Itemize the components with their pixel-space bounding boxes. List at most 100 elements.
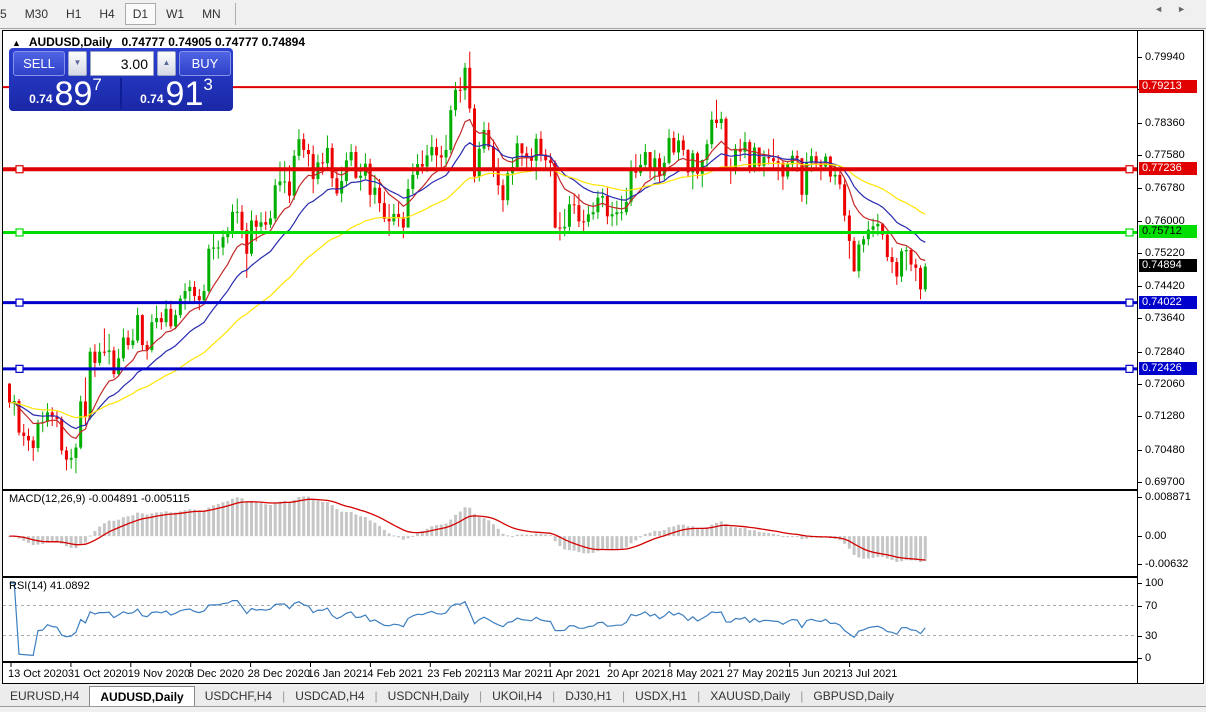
price-tick-label: 0.76780: [1145, 182, 1185, 194]
chart-tab-usdchf-h4[interactable]: USDCHF,H4: [195, 686, 282, 706]
chart-tab-eurusd-h4[interactable]: EURUSD,H4: [0, 686, 89, 706]
price-tick-label: 0.79940: [1145, 51, 1185, 63]
date-label: 27 May 2021: [727, 668, 791, 680]
axis-tick: [1138, 318, 1142, 319]
axis-tick: [1138, 450, 1142, 451]
chart-tab-dj30-h1[interactable]: DJ30,H1: [555, 686, 622, 706]
axis-tick: [1138, 606, 1142, 607]
line-drag-handle: [1125, 165, 1134, 174]
volume-decrease-button[interactable]: ▼: [68, 51, 87, 76]
date-label: 28 Dec 2020: [248, 668, 310, 680]
axis-tick: [1138, 57, 1142, 58]
tab-scroll-left-icon[interactable]: ◄: [1154, 4, 1177, 14]
volume-input[interactable]: [90, 51, 154, 76]
line-drag-handle: [15, 364, 24, 373]
sell-price[interactable]: 0.74 89 7: [13, 75, 118, 113]
timeframe-button-mn[interactable]: MN: [194, 3, 229, 25]
timeframe-button-w1[interactable]: W1: [158, 3, 192, 25]
sell-price-pips: 89: [54, 75, 93, 113]
price-tick-label: 0.77580: [1145, 149, 1185, 161]
chart-tab-gbpusd-daily[interactable]: GBPUSD,Daily: [803, 686, 904, 706]
date-label: 8 Dec 2020: [188, 668, 244, 680]
axis-tick: [1138, 188, 1142, 189]
arrow-down-icon: ▼: [73, 58, 82, 67]
tab-scroll-right-icon[interactable]: ►: [1177, 4, 1200, 14]
axis-tick: [1138, 286, 1142, 287]
price-tick-label: 0.72060: [1145, 378, 1185, 390]
one-click-trading-panel: SELL ▼ ▲ BUY 0.74 89 7 0.74 91 3: [9, 48, 233, 111]
timeframe-button-h1[interactable]: H1: [58, 3, 89, 25]
chart-tab-usdcad-h4[interactable]: USDCAD,H4: [285, 686, 374, 706]
chart-ohlc-values: 0.74777 0.74905 0.74777 0.74894: [121, 35, 306, 49]
price-divider: [120, 78, 122, 109]
buy-price-pips: 91: [165, 75, 204, 113]
axis-tick: [1138, 658, 1142, 659]
timeframe-button-h4[interactable]: H4: [91, 3, 122, 25]
date-label: 15 Jun 2021: [787, 668, 848, 680]
rsi-tick-label: 0: [1145, 652, 1152, 664]
price-tick-label: 0.70480: [1145, 444, 1185, 456]
macd-tick-label: -0.00632: [1145, 558, 1189, 570]
buy-price-pipette: 3: [203, 75, 213, 94]
price-tick-label: 0.69700: [1145, 476, 1185, 488]
level-price-badge: 0.79213: [1139, 80, 1197, 93]
axis-tick: [1138, 384, 1142, 385]
price-tick-label: 0.73640: [1145, 312, 1185, 324]
line-drag-handle: [1125, 298, 1134, 307]
axis-tick: [1138, 155, 1142, 156]
sell-button[interactable]: SELL: [13, 51, 65, 76]
axis-tick: [1138, 416, 1142, 417]
panel-separator[interactable]: [3, 576, 1203, 578]
date-label: 31 Oct 2020: [68, 668, 128, 680]
candles-group: [8, 51, 927, 474]
axis-tick: [1138, 123, 1142, 124]
line-drag-handle: [15, 228, 24, 237]
line-drag-handle: [1125, 364, 1134, 373]
chart-tab-xauusd-daily[interactable]: XAUUSD,Daily: [700, 686, 800, 706]
timeframe-button-d1[interactable]: D1: [124, 3, 157, 25]
price-axis[interactable]: 0.799400.791600.783600.775800.767800.760…: [1137, 31, 1203, 683]
axis-tick: [1138, 564, 1142, 565]
date-label: 19 Nov 2020: [128, 668, 190, 680]
date-label: 20 Apr 2021: [607, 668, 666, 680]
line-drag-handle: [1125, 228, 1134, 237]
axis-tick: [1138, 221, 1142, 222]
arrow-up-icon: ▲: [162, 58, 171, 67]
chart-symbol-label: AUDUSD,Daily: [28, 35, 113, 49]
chart-tab-usdcnh-daily[interactable]: USDCNH,Daily: [378, 686, 479, 706]
price-tick-label: 0.71280: [1145, 410, 1185, 422]
rsi-tick-label: 100: [1145, 577, 1164, 589]
sell-price-prefix: 0.74: [29, 92, 53, 106]
buy-price[interactable]: 0.74 91 3: [124, 75, 229, 113]
axis-tick: [1138, 253, 1142, 254]
ma-line-45: [9, 162, 926, 419]
panel-separator[interactable]: [3, 661, 1203, 663]
chart-tab-ukoil-h4[interactable]: UKOil,H4: [482, 686, 552, 706]
timeframe-button-5[interactable]: 5: [0, 3, 15, 25]
date-label: 1 Apr 2021: [547, 668, 600, 680]
panel-separator[interactable]: [3, 489, 1203, 491]
level-price-badge: 0.74022: [1139, 296, 1197, 309]
date-label: 3 Jul 2021: [847, 668, 898, 680]
timeframe-toolbar: 5 M30 H1 H4 D1 W1 MN: [0, 0, 1206, 29]
level-price-badge: 0.77236: [1139, 162, 1197, 175]
chart-tab-audusd-daily[interactable]: AUDUSD,Daily: [89, 686, 195, 706]
line-drag-handle: [15, 298, 24, 307]
level-price-badge: 0.75712: [1139, 225, 1197, 238]
ma-line-20: [9, 142, 926, 430]
volume-increase-button[interactable]: ▲: [157, 51, 176, 76]
tab-scroll-arrows[interactable]: ◄►: [1154, 4, 1200, 14]
buy-price-prefix: 0.74: [140, 92, 164, 106]
chart-tab-usdx-h1[interactable]: USDX,H1: [625, 686, 697, 706]
sell-price-pipette: 7: [92, 75, 102, 94]
price-tick-label: 0.72840: [1145, 346, 1185, 358]
timeframe-button-m30[interactable]: M30: [17, 3, 56, 25]
price-chart[interactable]: 13 Oct 2020 31 Oct 2020 19 Nov 20208 Dec 2…: [3, 31, 1137, 683]
collapse-panel-icon[interactable]: ▲: [12, 38, 21, 48]
date-label: 8 May 2021: [667, 668, 724, 680]
price-tick-label: 0.78360: [1145, 117, 1185, 129]
chart-window: 13 Oct 2020 31 Oct 2020 19 Nov 2020 8 Dec 2…: [2, 30, 1204, 684]
axis-tick: [1138, 352, 1142, 353]
buy-button[interactable]: BUY: [179, 51, 231, 76]
price-tick-label: 0.75220: [1145, 247, 1185, 259]
